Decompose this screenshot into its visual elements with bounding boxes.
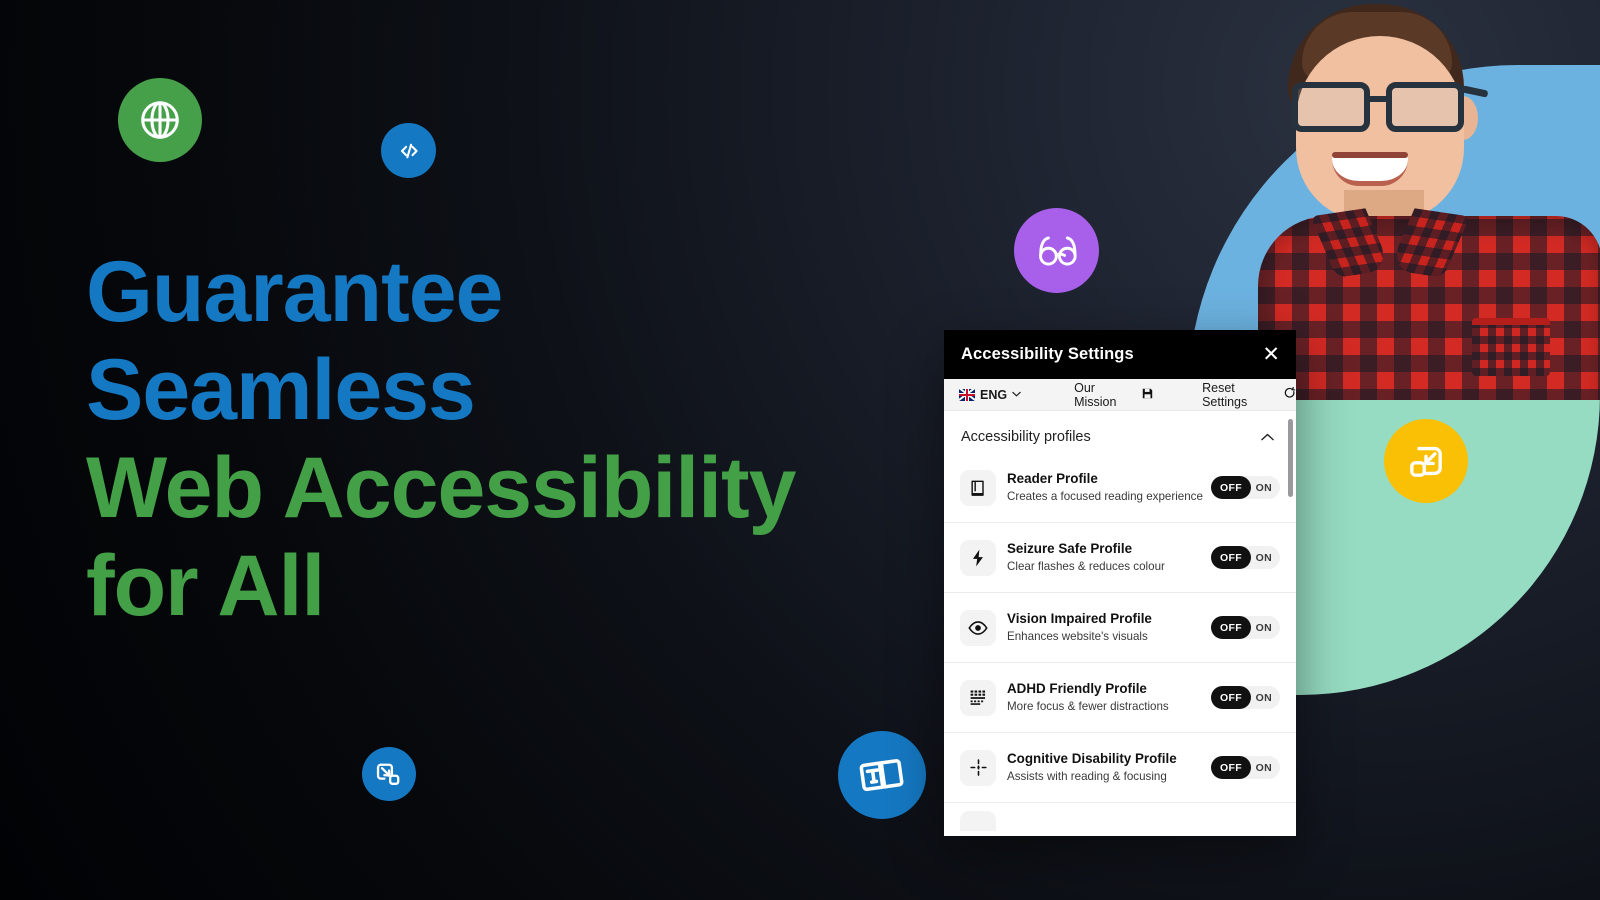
profile-name: ADHD Friendly Profile [1007,680,1147,696]
profile-description: Enhances website's visuals [1007,629,1148,643]
toggle-off-label: OFF [1211,686,1251,709]
profile-row[interactable]: Reader Profile Creates a focused reading… [944,453,1296,523]
our-mission-button[interactable]: Our Mission [1074,381,1153,409]
toggle-off-label: OFF [1211,476,1251,499]
person-smile [1332,152,1408,186]
toggle-off-label: OFF [1211,616,1251,639]
shrink-icon-badge [362,747,416,801]
code-icon-badge [381,123,436,178]
profile-row[interactable]: Seizure Safe Profile Clear flashes & red… [944,523,1296,593]
page-title: Guarantee Seamless Web Accessibility for… [86,243,797,635]
headline-line-4: for All [86,538,325,634]
headline-line-2: Seamless [86,342,476,438]
eye-icon [960,609,996,646]
toggle-on-label: ON [1255,621,1272,634]
code-icon [400,143,418,158]
resize-icon-badge [1384,419,1468,503]
globe-icon-badge [118,78,202,162]
glasses-icon [1038,236,1077,265]
toggle-off-label: OFF [1211,546,1251,569]
bolt-icon [960,539,996,576]
profiles-list: Reader Profile Creates a focused reading… [944,453,1296,836]
profile-row[interactable]: ADHD Friendly Profile More focus & fewer… [944,663,1296,733]
profile-name: Cognitive Disability Profile [1007,750,1177,766]
panel-body[interactable]: Accessibility profiles Reader Profile Cr… [944,411,1296,836]
profile-toggle[interactable]: OFF ON [1211,616,1280,639]
glasses-icon-badge [1014,208,1099,293]
profile-name: Seizure Safe Profile [1007,540,1133,556]
profile-toggle[interactable]: OFF ON [1211,476,1280,499]
profile-name: Vision Impaired Profile [1007,610,1152,626]
profile-row[interactable]: Vision Impaired Profile Enhances website… [944,593,1296,663]
save-disk-icon [1142,388,1153,402]
panel-title: Accessibility Settings [961,345,1134,363]
profile-toggle[interactable]: OFF ON [1211,686,1280,709]
reset-settings-button[interactable]: Reset Settings [1202,381,1296,409]
profile-row-partial[interactable] [944,803,1296,836]
profile-row[interactable]: Cognitive Disability Profile Assists wit… [944,733,1296,803]
grid-lines-icon [960,679,996,716]
partial-icon-placeholder [960,811,996,831]
chevron-down-icon [1012,389,1021,400]
profile-name: Reader Profile [1007,470,1098,486]
profile-toggle[interactable]: OFF ON [1211,546,1280,569]
toggle-on-label: ON [1255,691,1272,704]
close-icon[interactable]: ✕ [1262,344,1280,365]
scrollbar-thumb[interactable] [1288,419,1293,497]
our-mission-label: Our Mission [1074,380,1117,409]
profile-description: More focus & fewer distractions [1007,699,1169,713]
book-icon [960,469,996,506]
accessibility-profiles-section-header[interactable]: Accessibility profiles [944,411,1296,453]
profile-description: Assists with reading & focusing [1007,769,1167,783]
uk-flag-icon [959,388,975,401]
profile-description: Creates a focused reading experience [1007,489,1203,503]
panel-toolbar: ENG Our Mission Reset Settings [944,379,1296,411]
language-selector[interactable]: ENG [944,388,1021,402]
accessibility-settings-panel[interactable]: Accessibility Settings ✕ ENG Our Mission [944,330,1296,836]
headline-line-3: Web Accessibility [86,440,797,536]
text-size-icon [859,759,904,792]
chevron-up-icon[interactable] [1261,431,1274,444]
section-title: Accessibility profiles [961,429,1091,445]
resize-icon [1410,446,1442,477]
toggle-on-label: ON [1255,551,1272,564]
reset-settings-label: Reset Settings [1202,380,1248,409]
language-label: ENG [980,387,1008,402]
text-size-icon-badge [838,731,926,819]
toggle-off-label: OFF [1211,756,1251,779]
toggle-on-label: ON [1255,481,1272,494]
shrink-icon [376,763,400,785]
hero-banner: Guarantee Seamless Web Accessibility for… [0,0,1600,900]
reset-icon [1284,386,1296,402]
profile-toggle[interactable]: OFF ON [1211,756,1280,779]
profile-description: Clear flashes & reduces colour [1007,559,1165,573]
panel-header: Accessibility Settings ✕ [944,330,1296,379]
person-shirt-pocket [1472,318,1550,376]
person-eyeglasses [1286,82,1489,136]
globe-icon [141,101,179,139]
toggle-on-label: ON [1255,761,1272,774]
crosshair-icon [960,749,996,786]
headline-line-1: Guarantee [86,244,503,340]
